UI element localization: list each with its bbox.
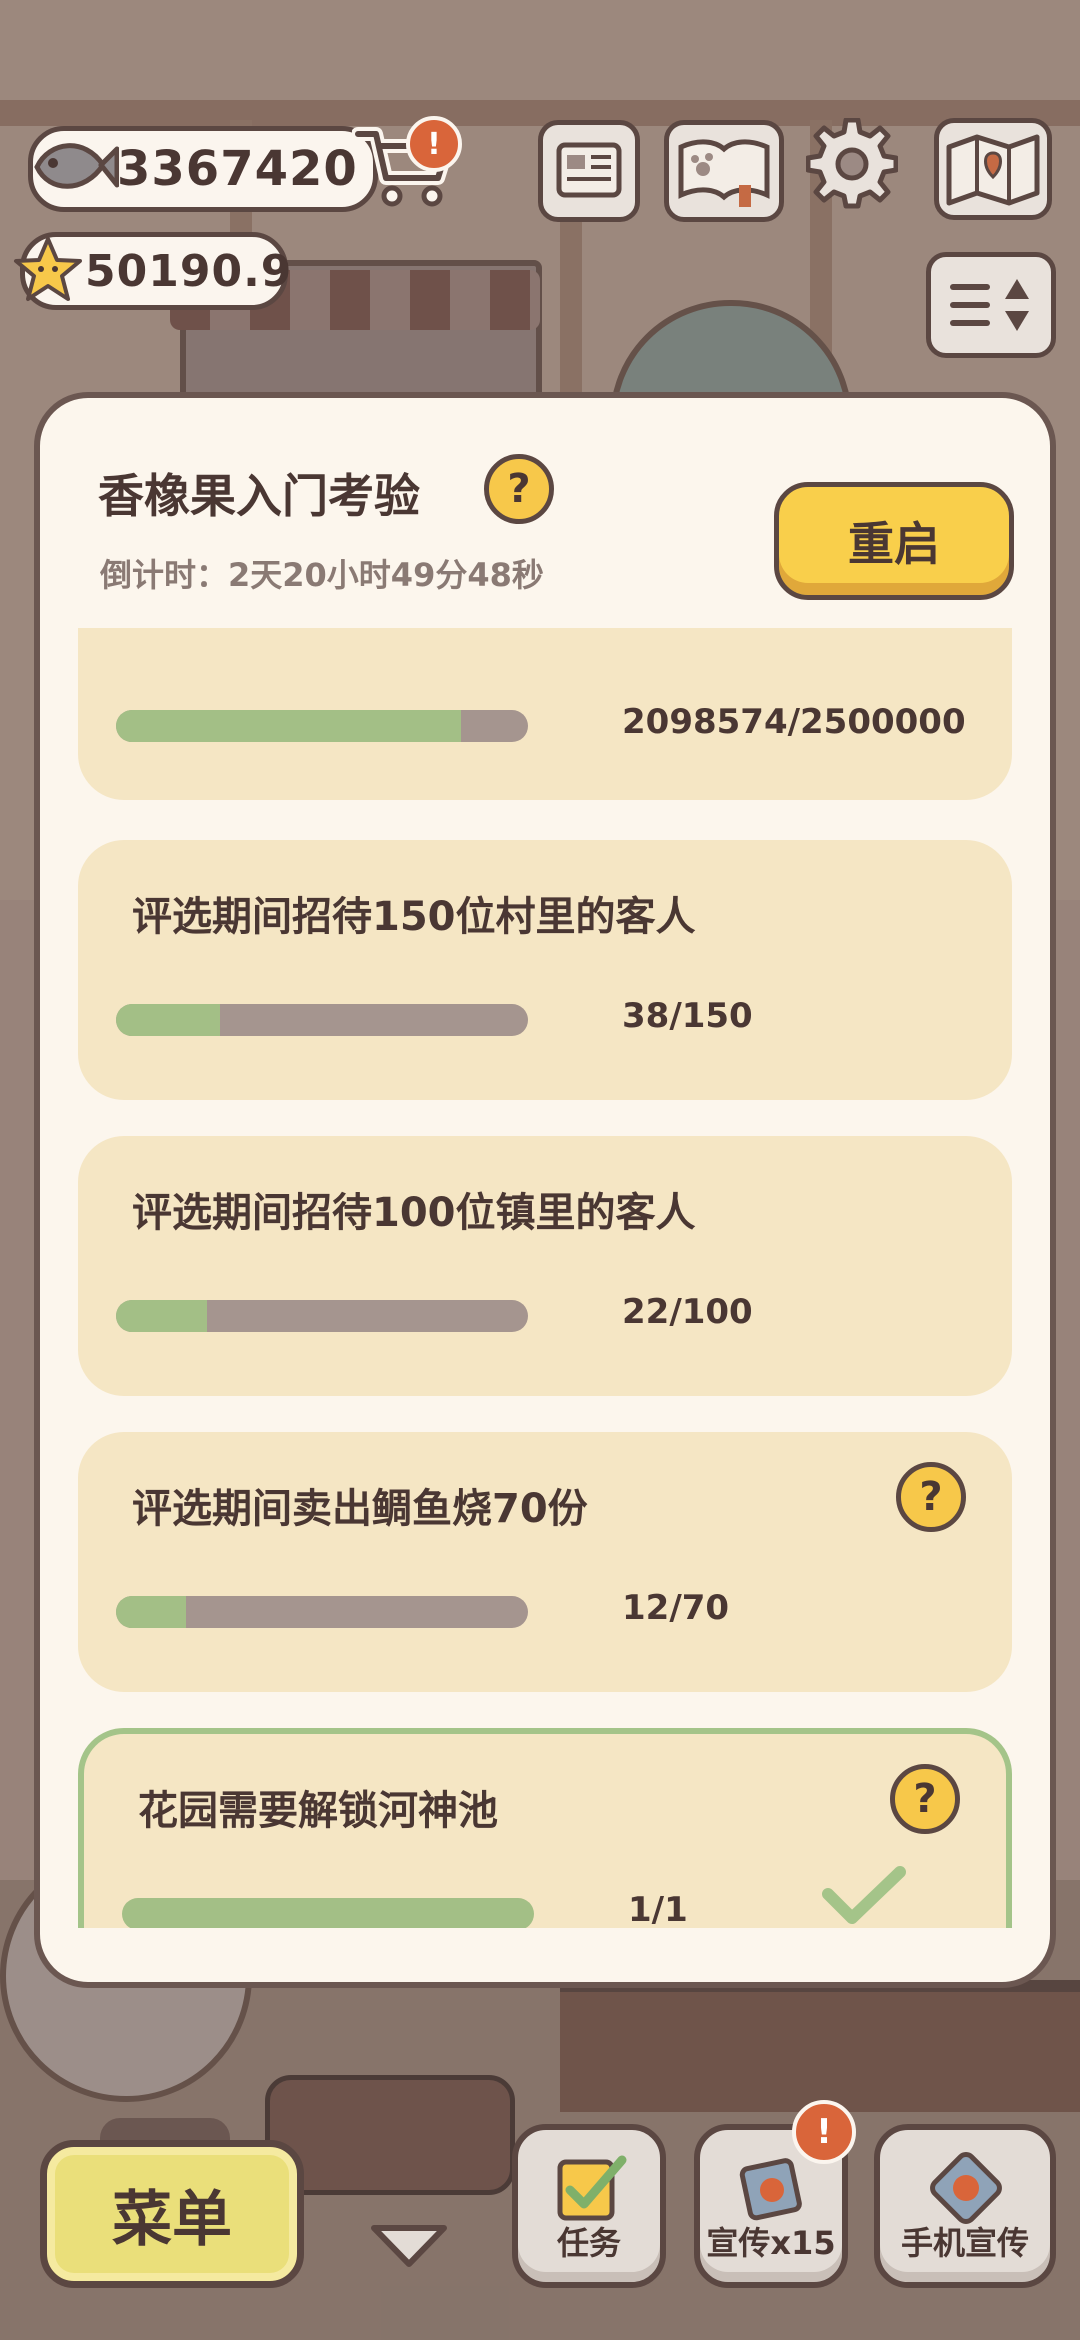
menu-button[interactable]: 菜单 bbox=[40, 2140, 304, 2288]
star-currency: 50190.9 bbox=[14, 232, 291, 310]
star-amount: 50190.9 bbox=[85, 245, 293, 297]
phone-promo-button[interactable]: 手机宣传 bbox=[874, 2124, 1056, 2288]
settings-button[interactable] bbox=[805, 117, 899, 210]
task-count: 38/150 bbox=[622, 996, 753, 1036]
task-progress-bar bbox=[116, 1300, 528, 1332]
task-progress-bar bbox=[116, 1004, 528, 1036]
task-count: 1/1 bbox=[628, 1890, 688, 1928]
newspaper-icon bbox=[556, 142, 622, 198]
help-button[interactable]: ? bbox=[484, 454, 554, 524]
tasks-label: 任务 bbox=[556, 2224, 621, 2262]
fish-currency: 3367420 bbox=[28, 126, 378, 212]
task-label: 评选期间招待150位村里的客人 bbox=[132, 894, 696, 940]
task-count: 12/70 bbox=[622, 1588, 730, 1628]
task-progress-fill bbox=[116, 1596, 187, 1628]
task-card: 评选期间招待150位村里的客人 38/150 bbox=[78, 840, 1012, 1100]
task-progress-fill bbox=[116, 1004, 221, 1036]
sort-toggle-button[interactable] bbox=[926, 252, 1056, 358]
task-label: 评选期间卖出鲷鱼烧70份 bbox=[132, 1486, 588, 1532]
fish-icon bbox=[34, 143, 119, 189]
task-progress-fill bbox=[116, 1300, 207, 1332]
task-label: 评选期间招待100位镇里的客人 bbox=[132, 1190, 696, 1236]
phone-flyer-icon bbox=[930, 2152, 1002, 2224]
gear-icon bbox=[805, 117, 899, 209]
task-progress-bar bbox=[122, 1898, 534, 1928]
trial-dialog: 香橡果入门考验 ? 倒计时：2天20小时49分48秒 重启 2098574/25… bbox=[34, 392, 1056, 1988]
checklist-icon bbox=[557, 2155, 627, 2221]
dialog-title: 香橡果入门考验 bbox=[98, 469, 420, 523]
star-icon bbox=[14, 237, 82, 301]
countdown-timer: 倒计时：2天20小时49分48秒 bbox=[100, 556, 544, 594]
restart-button[interactable]: 重启 bbox=[774, 482, 1014, 600]
fish-amount: 3367420 bbox=[117, 141, 358, 197]
task-progress-bar bbox=[116, 1596, 528, 1628]
sort-icon bbox=[950, 279, 1029, 331]
checkmark-icon bbox=[822, 1866, 906, 1924]
task-card: 评选期间卖出鲷鱼烧70份 12/70? bbox=[78, 1432, 1012, 1692]
map-icon bbox=[946, 134, 1040, 206]
task-list[interactable]: 2098574/2500000 评选期间招待150位村里的客人 38/150 评选期间… bbox=[78, 628, 1012, 1928]
task-count: 22/100 bbox=[622, 1292, 753, 1332]
task-help-button[interactable]: ? bbox=[890, 1764, 960, 1834]
chevron-down-icon[interactable] bbox=[366, 2218, 452, 2274]
task-progress-fill bbox=[122, 1898, 534, 1928]
newspaper-button[interactable] bbox=[538, 120, 640, 222]
task-label: 花园需要解锁河神池 bbox=[138, 1788, 498, 1834]
task-progress-fill bbox=[116, 710, 461, 742]
task-progress-bar bbox=[116, 710, 528, 742]
task-card: 花园需要解锁河神池 1/1? bbox=[78, 1728, 1012, 1928]
promo-alert-badge: ! bbox=[792, 2100, 856, 2164]
flyer-icon bbox=[739, 2158, 802, 2221]
cart-alert-badge: ! bbox=[406, 116, 462, 172]
promo-label: 宣传x15 bbox=[706, 2224, 836, 2262]
task-card: 评选期间招待100位镇里的客人 22/100 bbox=[78, 1136, 1012, 1396]
task-count: 2098574/2500000 bbox=[622, 702, 966, 742]
paw-book-icon bbox=[678, 139, 770, 207]
cat-book-button[interactable] bbox=[664, 120, 784, 222]
task-card: 2098574/2500000 bbox=[78, 628, 1012, 800]
tasks-button[interactable]: 任务 bbox=[512, 2124, 666, 2288]
map-button[interactable] bbox=[934, 118, 1052, 220]
task-help-button[interactable]: ? bbox=[896, 1462, 966, 1532]
phone-promo-label: 手机宣传 bbox=[900, 2224, 1029, 2262]
